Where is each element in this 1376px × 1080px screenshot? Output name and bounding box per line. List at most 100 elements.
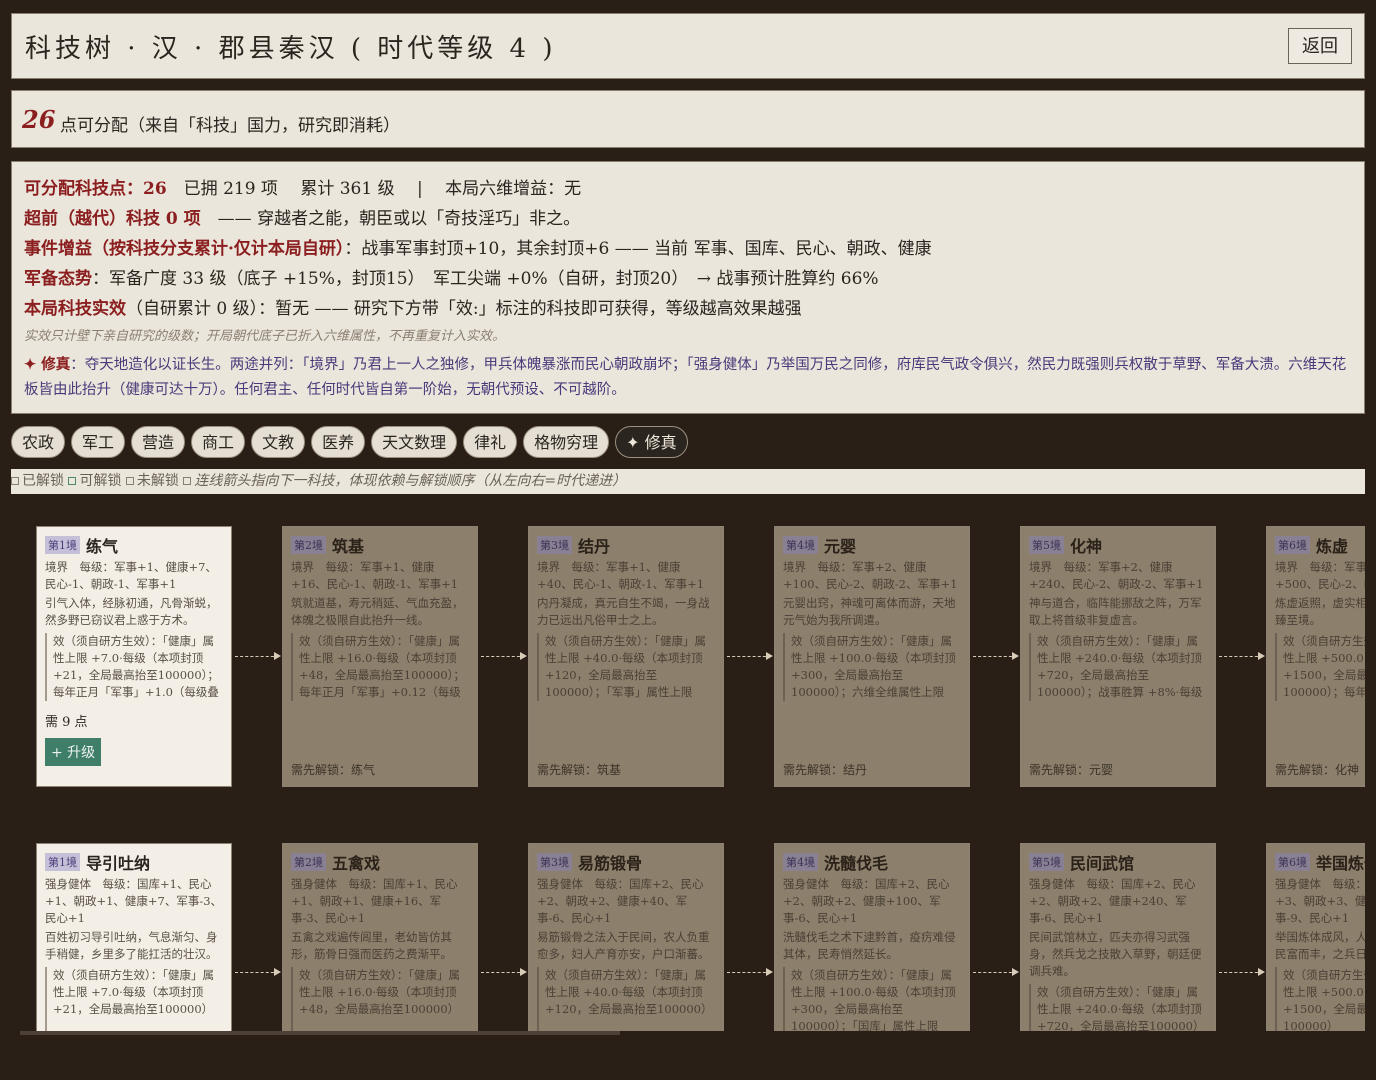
- tech-requirement: 需先解锁：筑基: [537, 763, 622, 777]
- tech-card[interactable]: 第3境 结丹 境界 每级：军事+1、健康+40、民心-1、朝政-1、军事+1 内丹…: [528, 526, 724, 787]
- tier-badge: 第1境: [45, 853, 80, 871]
- stat-key: 事件增益（按科技分支累计·仅计本局自研）: [24, 239, 345, 259]
- tab-lvli[interactable]: 律礼: [463, 426, 518, 458]
- legend-available-icon: [68, 476, 77, 485]
- tier-badge: 第4境: [783, 536, 818, 554]
- stat-key: 本局科技实效: [24, 299, 126, 319]
- tech-tree: 第1境 练气 境界 每级：军事+1、健康+7、民心-1、朝政-1、军事+1 引气入…: [11, 503, 1365, 1031]
- tech-card[interactable]: 第5境 民间武馆 强身健体 每级：国库+2、民心+2、朝政+2、健康+240、军事…: [1020, 843, 1216, 1031]
- tech-effect: 效（须自研方生效）：「健康」属性上限 +7.0·每级（本项封顶+21，全局最高抬…: [45, 633, 223, 701]
- tab-jungong[interactable]: 军工: [71, 426, 126, 458]
- tech-card[interactable]: 第6境炼虚 境界 每级：军事+3、健康+500、民心-2、朝政-2、军事+1 炼…: [1266, 526, 1365, 787]
- tab-gewu[interactable]: 格物穷理: [523, 426, 610, 458]
- tech-card[interactable]: 第5境 化神 境界 每级：军事+2、健康+240、民心-2、朝政-2、军事+1 神…: [1020, 526, 1216, 787]
- link-arrow: [1219, 652, 1265, 660]
- link-arrow: [481, 652, 527, 660]
- points-value: 26: [22, 105, 56, 134]
- tab-xiuzhen[interactable]: ✦ 修真: [615, 426, 688, 458]
- link-arrow: [727, 968, 773, 976]
- tech-desc: 境界 每级：军事+3、健康+500、民心-2、朝政-2、军事+1: [1275, 560, 1365, 591]
- tech-name: 民间武馆: [1070, 854, 1135, 873]
- link-arrow: [1219, 968, 1265, 976]
- tech-name: 练气: [86, 537, 119, 556]
- tech-flavor: 内丹凝成，真元自生不竭，一身战力已远出凡俗甲士之上。: [537, 596, 710, 627]
- tech-name: 易筋锻骨: [578, 854, 643, 873]
- tech-flavor: 洗髓伐毛之术下逮黔首，疫疠难侵其体，民寿悄然延长。: [783, 930, 956, 961]
- tech-card[interactable]: 第3境 易筋锻骨 强身健体 每级：国库+2、民心+2、朝政+2、健康+40、军事-…: [528, 843, 724, 1031]
- back-button[interactable]: 返回: [1288, 28, 1352, 64]
- stat-key: 超前（越代）科技 0 项: [24, 209, 201, 229]
- tier-badge: 第2境: [291, 853, 326, 871]
- link-arrow: [727, 652, 773, 660]
- tech-card[interactable]: 第1境 练气 境界 每级：军事+1、健康+7、民心-1、朝政-1、军事+1 引气入…: [36, 526, 232, 787]
- tech-card[interactable]: 第1境 导引吐纳 强身健体 每级：国库+1、民心+1、朝政+1、健康+7、军事-3…: [36, 843, 232, 1031]
- tier-badge: 第3境: [537, 536, 572, 554]
- tab-nongzheng[interactable]: 农政: [11, 426, 66, 458]
- tab-shanggong[interactable]: 商工: [191, 426, 246, 458]
- legend-bar: 已解锁 可解锁 未解锁 连线箭头指向下一科技，体现依赖与解锁顺序（从左向右=时代…: [11, 469, 1365, 494]
- legend-hint: 连线箭头指向下一科技，体现依赖与解锁顺序（从左向右=时代递进）: [194, 473, 627, 489]
- tech-desc: 强身健体 每级：国库+2、民心+2、朝政+2、健康+100、军事-6、民心+1: [783, 877, 950, 925]
- tech-effect: 效（须自研方生效）：「健康」属性上限 +7.0·每级（本项封顶+21，全局最高抬…: [45, 967, 223, 1031]
- xiuzhen-text: ：夺天地造化以证长生。两途并列：「境界」乃君上一人之独修，甲兵体魄暴涨而民心朝政…: [24, 357, 1347, 398]
- stat-line-points: 可分配科技点：26 已拥 219 项 累计 361 级 | 本局六维增益：无: [24, 174, 1352, 204]
- xiuzhen-description: ✦ 修真：夺天地造化以证长生。两途并列：「境界」乃君上一人之独修，甲兵体魄暴涨而…: [24, 352, 1352, 403]
- link-arrow: [235, 652, 281, 660]
- tier-badge: 第5境: [1029, 853, 1064, 871]
- tier-badge: 第5境: [1029, 536, 1064, 554]
- tech-name: 导引吐纳: [86, 854, 151, 873]
- tech-desc: 强身健体 每级：国库+1、民心+1、朝政+1、健康+16、军事-3、民心+1: [291, 877, 458, 925]
- tech-effect: 效（须自研方生效）：「健康」属性上限 +40.0·每级（本项封顶+120，全局最…: [537, 633, 715, 701]
- horizontal-scrollbar[interactable]: [20, 1031, 620, 1035]
- stats-note: 实效只计壁下亲自研究的级数；开局朝代底子已折入六维属性，不再重复计入实效。: [24, 329, 506, 344]
- tab-wenjiao[interactable]: 文教: [251, 426, 306, 458]
- tech-name: 化神: [1070, 537, 1103, 556]
- tab-yingzao[interactable]: 营造: [131, 426, 186, 458]
- tech-flavor: 元婴出窍，神魂可离体而游，天地元气始为我所调遣。: [783, 596, 956, 627]
- tech-flavor: 易筋锻骨之法入于民间，农人负重愈多，妇人产育亦安，户口渐蕃。: [537, 930, 710, 961]
- tech-flavor: 民间武馆林立，匹夫亦得习武强身，然兵戈之技散入草野，朝廷便调兵难。: [1029, 930, 1202, 978]
- header-panel: 科技树 · 汉 · 郡县秦汉 ( 时代等级 4 ) 返回: [11, 13, 1365, 79]
- tech-card[interactable]: 第4境 洗髓伐毛 强身健体 每级：国库+2、民心+2、朝政+2、健康+100、军事…: [774, 843, 970, 1031]
- stat-line-advanced: 超前（越代）科技 0 项 —— 穿越者之能，朝臣或以「奇技淫巧」非之。: [24, 204, 1352, 234]
- tech-desc: 强身健体 每级：国库+3、民心+3、朝政+3、健康+500、军事-9、民心+1: [1275, 877, 1365, 925]
- legend-arrow-icon: [183, 476, 192, 485]
- tech-flavor: 炼虚返照，虚实相生，身躯根基俱臻至境。: [1275, 596, 1365, 627]
- tech-effect: 效（须自研方生效）：「健康」属性上限 +16.0·每级（本项封顶+48，全局最高…: [291, 633, 469, 701]
- legend-unlocked: 已解锁: [22, 473, 64, 489]
- branch-tabs: 农政 军工 营造 商工 文教 医养 天文数理 律礼 格物穷理 ✦ 修真: [11, 426, 688, 458]
- points-label: 点可分配（来自「科技」国力，研究即消耗）: [60, 116, 400, 136]
- legend-unlocked-icon: [11, 476, 19, 485]
- tech-card[interactable]: 第6境举国炼体 强身健体 每级：国库+3、民心+3、朝政+3、健康+500、军事…: [1266, 843, 1365, 1031]
- tech-name: 元婴: [824, 537, 857, 556]
- tech-name: 五禽戏: [332, 854, 381, 873]
- upgrade-button[interactable]: + 升级: [45, 738, 102, 766]
- stat-key: 军备态势: [24, 269, 92, 289]
- stat-line-military: 军备态势：军备广度 33 级（底子 +15%，封顶15） 军工尖端 +0%（自研…: [24, 264, 1352, 294]
- tech-requirement: 需先解锁：化神: [1275, 763, 1360, 777]
- stat-line-event: 事件增益（按科技分支累计·仅计本局自研）：战事军事封顶+10，其余封顶+6 ——…: [24, 234, 1352, 264]
- tab-tianwen[interactable]: 天文数理: [371, 426, 458, 458]
- tech-card[interactable]: 第4境 元婴 境界 每级：军事+2、健康+100、民心-2、朝政-2、军事+1 元…: [774, 526, 970, 787]
- tech-effect: 效（须自研方生效）：「健康」属性上限 +100.0·每级（本项封顶+300，全局…: [783, 967, 961, 1031]
- points-panel: 26 点可分配（来自「科技」国力，研究即消耗）: [11, 90, 1365, 148]
- tech-card[interactable]: 第2境 筑基 境界 每级：军事+1、健康+16、民心-1、朝政-1、军事+1 筑就…: [282, 526, 478, 787]
- link-arrow: [973, 652, 1019, 660]
- tech-card[interactable]: 第2境 五禽戏 强身健体 每级：国库+1、民心+1、朝政+1、健康+16、军事-3…: [282, 843, 478, 1031]
- stat-value: —— 穿越者之能，朝臣或以「奇技淫巧」非之。: [200, 209, 581, 229]
- tech-desc: 强身健体 每级：国库+2、民心+2、朝政+2、健康+240、军事-6、民心+1: [1029, 877, 1196, 925]
- tech-flavor: 五禽之戏遍传闾里，老幼皆仿其形，筋骨日强而医药之费渐平。: [291, 930, 452, 961]
- tech-desc: 境界 每级：军事+2、健康+100、民心-2、朝政-2、军事+1: [783, 560, 958, 591]
- tier-badge: 第3境: [537, 853, 572, 871]
- tab-yiyang[interactable]: 医养: [311, 426, 366, 458]
- legend-available: 可解锁: [79, 473, 122, 489]
- tier-badge: 第6境: [1275, 536, 1310, 554]
- stats-panel: 可分配科技点：26 已拥 219 项 累计 361 级 | 本局六维增益：无 超…: [11, 161, 1365, 414]
- tech-name: 结丹: [578, 537, 611, 556]
- tech-name: 筑基: [332, 537, 365, 556]
- legend-locked-icon: [125, 476, 134, 485]
- tech-desc: 境界 每级：军事+2、健康+240、民心-2、朝政-2、军事+1: [1029, 560, 1204, 591]
- tech-desc: 境界 每级：军事+1、健康+16、民心-1、朝政-1、军事+1: [291, 560, 459, 591]
- tier-badge: 第2境: [291, 536, 326, 554]
- tech-flavor: 百姓初习导引吐纳，气息渐匀、身手稍健，乡里多了能扛活的壮汉。: [45, 930, 218, 961]
